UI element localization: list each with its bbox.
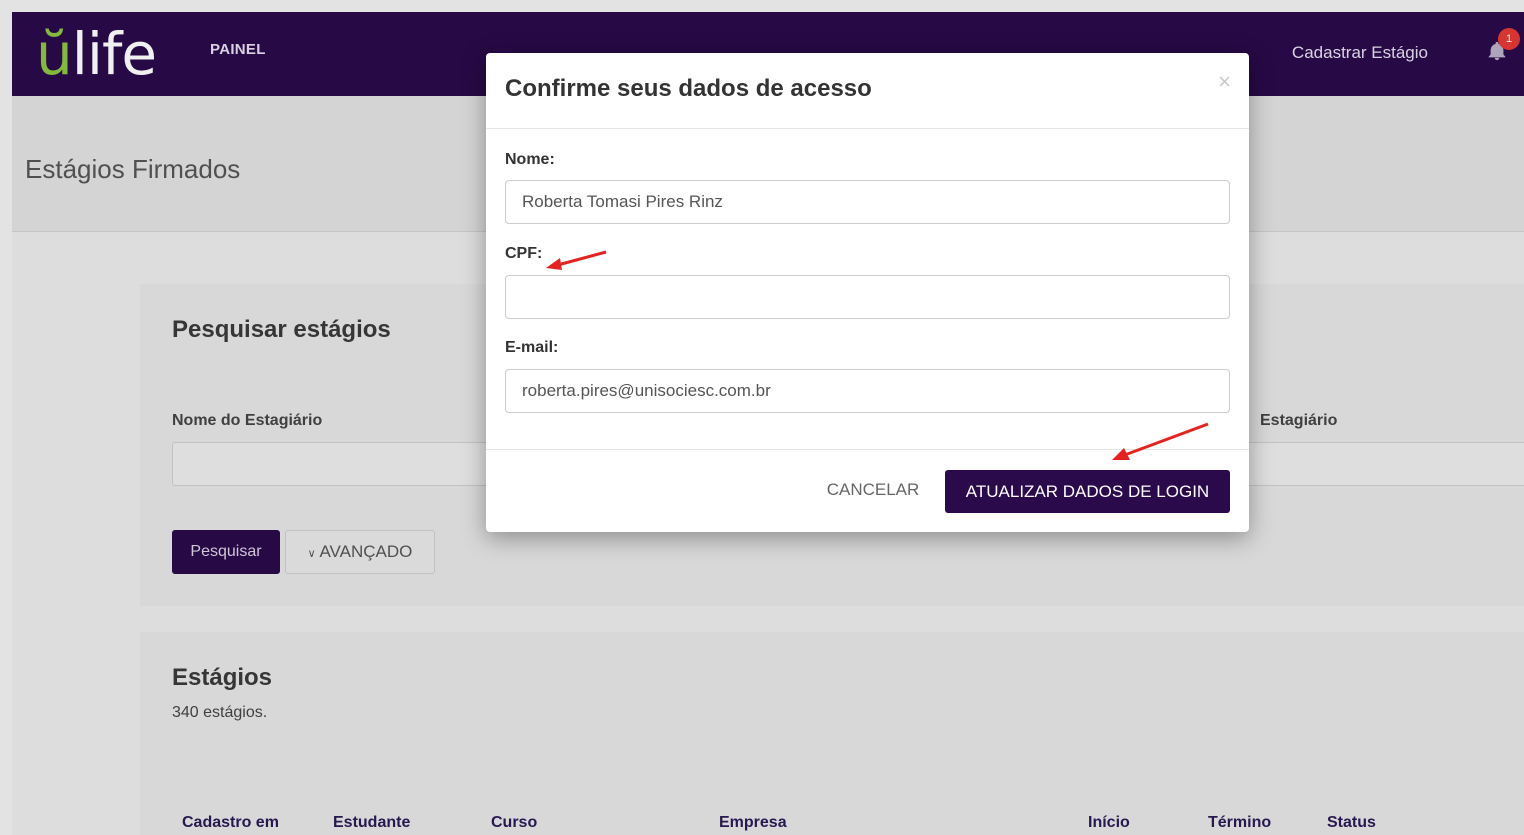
nome-label: Nome: xyxy=(505,151,555,168)
email-field[interactable] xyxy=(505,369,1230,413)
cpf-field[interactable] xyxy=(505,275,1230,319)
arrow-annotation-cpf xyxy=(546,250,607,270)
arrow-annotation-submit xyxy=(1112,422,1209,460)
cpf-label: CPF: xyxy=(505,245,543,262)
cancel-button[interactable]: CANCELAR xyxy=(816,470,930,510)
nome-field[interactable] xyxy=(505,180,1230,224)
update-login-button[interactable]: ATUALIZAR DADOS DE LOGIN xyxy=(945,470,1230,513)
close-icon[interactable]: × xyxy=(1218,69,1231,95)
modal-title: Confirme seus dados de acesso xyxy=(505,75,872,102)
email-label: E-mail: xyxy=(505,339,559,356)
modal-header: Confirme seus dados de acesso × xyxy=(486,53,1249,129)
